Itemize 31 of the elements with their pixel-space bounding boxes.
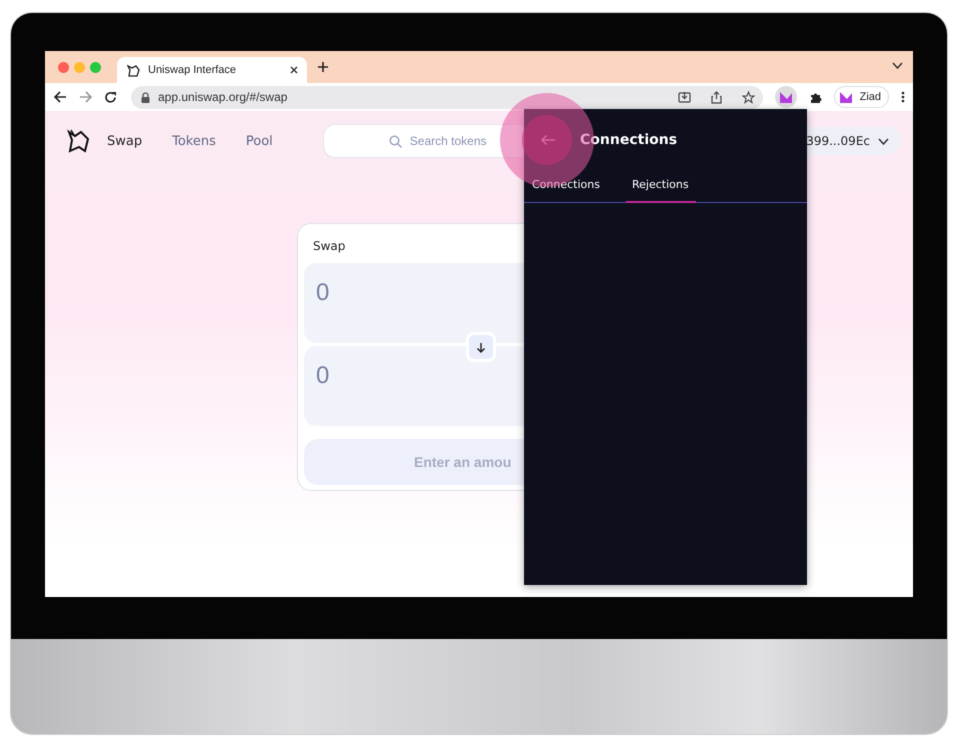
- close-icon[interactable]: [289, 65, 299, 75]
- back-icon[interactable]: [54, 91, 67, 103]
- search-icon: [388, 135, 402, 148]
- wedge-logo-icon: [838, 91, 853, 103]
- card-title: Swap: [312, 238, 346, 255]
- lock-icon: [141, 92, 150, 102]
- arrow-down-icon: [476, 342, 486, 352]
- more-icon[interactable]: [901, 91, 905, 103]
- address-bar[interactable]: app.uniswap.org/#/swap: [131, 86, 764, 108]
- popup-tab[interactable]: Rejections: [626, 172, 696, 203]
- browser-tab[interactable]: Uniswap Interface: [117, 57, 307, 83]
- popup-title: Connections: [580, 132, 678, 148]
- nav-link[interactable]: Swap: [107, 134, 142, 148]
- extension-button[interactable]: [775, 86, 797, 108]
- chevron-down-icon[interactable]: [892, 62, 903, 70]
- nav-link[interactable]: Pool: [246, 134, 273, 148]
- nav-link[interactable]: Tokens: [172, 134, 216, 148]
- profile-button[interactable]: Ziad: [834, 86, 889, 108]
- share-icon[interactable]: [711, 90, 722, 104]
- switch-button[interactable]: [466, 332, 496, 362]
- puzzle-icon[interactable]: [808, 90, 822, 104]
- forward-icon[interactable]: [79, 91, 92, 103]
- reload-icon[interactable]: [104, 90, 117, 104]
- popup-tab[interactable]: Connections: [532, 172, 600, 203]
- chevron-down-icon: [878, 138, 889, 144]
- star-icon[interactable]: [742, 90, 756, 104]
- url-text: app.uniswap.org/#/swap: [158, 90, 288, 104]
- plus-icon[interactable]: [317, 61, 329, 73]
- install-icon[interactable]: [678, 91, 692, 103]
- wedge-logo-icon: [778, 91, 793, 103]
- tab-title: Uniswap Interface: [148, 64, 238, 76]
